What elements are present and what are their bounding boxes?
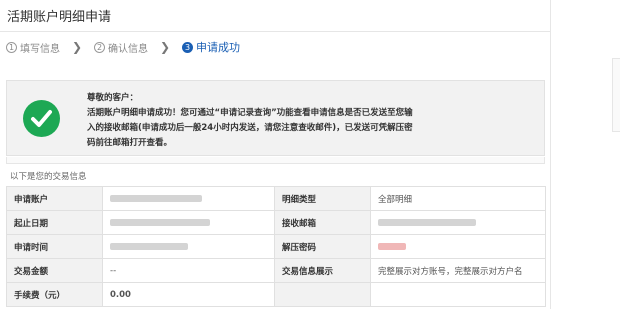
cell-label: 申请账户 (6, 186, 103, 211)
password-value (370, 234, 546, 259)
cell-label: 明细类型 (274, 186, 371, 211)
fee-value: 0.00 (102, 282, 275, 307)
step-3-number: 3 (182, 41, 193, 53)
step-3-label: 申请成功 (196, 41, 240, 54)
title-bar: 活期账户明细申请 (0, 0, 550, 32)
step-2-label: 确认信息 (108, 43, 148, 55)
account-value (102, 186, 275, 211)
chevron-right-icon: ❯ (71, 40, 83, 54)
side-panel-edge (612, 58, 620, 132)
section-title: 以下是您的交易信息 (10, 172, 87, 182)
step-2: 2 确认信息 (94, 40, 148, 55)
cell-label: 申请时间 (6, 234, 103, 259)
success-text: 活期账户明细申请成功！您可通过“申请记录查询”功能查看申请信息是否已发送至您输入… (87, 108, 413, 148)
step-2-number: 2 (94, 41, 105, 53)
success-message: 尊敬的客户： 活期账户明细申请成功！您可通过“申请记录查询”功能查看申请信息是否… (87, 91, 417, 151)
cell-label: 交易信息展示 (274, 258, 371, 283)
step-3: 3 申请成功 (182, 39, 240, 55)
email-value (370, 210, 546, 235)
cell-label: 解压密码 (274, 234, 371, 259)
page-title: 活期账户明细申请 (7, 10, 112, 25)
redacted-value (110, 242, 188, 250)
step-1-number: 1 (6, 41, 17, 53)
success-message-box: 尊敬的客户： 活期账户明细申请成功！您可通过“申请记录查询”功能查看申请信息是否… (6, 80, 545, 156)
step-1-label: 填写信息 (20, 43, 60, 55)
cell-label: 交易金额 (6, 258, 103, 283)
redacted-value (378, 242, 406, 250)
divider (6, 157, 545, 164)
amount-value: -- (102, 258, 275, 283)
check-circle-icon (23, 100, 60, 137)
cell-label: 接收邮箱 (274, 210, 371, 235)
page: 活期账户明细申请 1 填写信息 ❯ 2 确认信息 ❯ 3 申请成功 尊敬的客户：… (0, 0, 620, 309)
cell-label: 起止日期 (6, 210, 103, 235)
table-row: 交易金额 -- 交易信息展示 完整展示对方账号，完整展示对方户名 (6, 258, 546, 283)
table-row: 起止日期 接收邮箱 (6, 210, 546, 235)
step-indicator: 1 填写信息 ❯ 2 确认信息 ❯ 3 申请成功 (0, 32, 550, 62)
empty-cell (370, 282, 546, 307)
table-row: 申请时间 解压密码 (6, 234, 546, 259)
table-row: 申请账户 明细类型 全部明细 (6, 186, 546, 211)
chevron-right-icon: ❯ (159, 40, 171, 54)
apply-time-value (102, 234, 275, 259)
step-1: 1 填写信息 (6, 40, 60, 55)
detail-type-value: 全部明细 (370, 186, 546, 211)
main-panel: 活期账户明细申请 1 填写信息 ❯ 2 确认信息 ❯ 3 申请成功 尊敬的客户：… (0, 0, 551, 309)
table-row: 手续费（元） 0.00 (6, 282, 546, 307)
transaction-info-table: 申请账户 明细类型 全部明细 起止日期 接收邮箱 申请时间 解压密码 交易金额 … (6, 186, 546, 307)
cell-label: 手续费（元） (6, 282, 103, 307)
redacted-value (110, 218, 210, 226)
redacted-value (378, 218, 476, 226)
date-range-value (102, 210, 275, 235)
greeting: 尊敬的客户： (87, 93, 139, 103)
redacted-value (110, 194, 202, 202)
cell-label (274, 282, 371, 307)
display-option-value: 完整展示对方账号，完整展示对方户名 (370, 258, 546, 283)
